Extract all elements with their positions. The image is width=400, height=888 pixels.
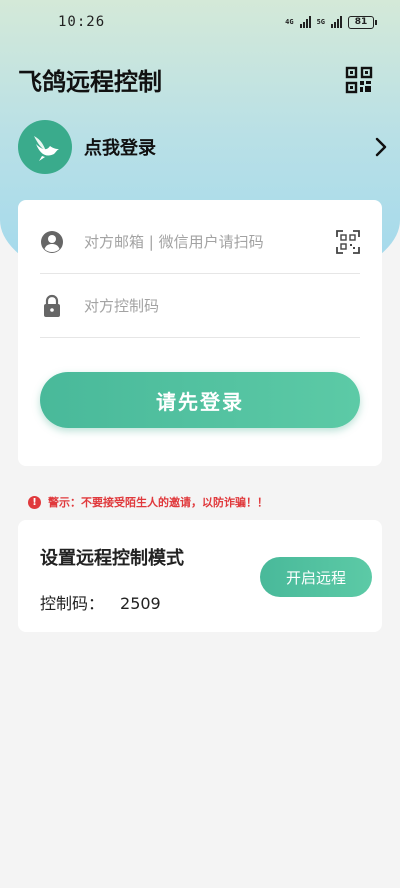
remote-mode-card: 设置远程控制模式 控制码： 2509 开启远程 bbox=[18, 520, 382, 632]
signal-icon bbox=[331, 16, 342, 28]
warning-text: 警示：不要接受陌生人的邀请，以防诈骗！！ bbox=[48, 496, 268, 509]
login-button[interactable]: 请先登录 bbox=[40, 372, 360, 428]
control-code-label: 控制码： bbox=[40, 594, 105, 613]
control-code-input[interactable] bbox=[84, 296, 360, 315]
email-field bbox=[40, 210, 360, 274]
user-icon bbox=[41, 230, 63, 253]
alert-icon: ! bbox=[28, 495, 41, 509]
login-card: 请先登录 bbox=[18, 200, 382, 466]
status-bar: 10:26 4G 5G 81 bbox=[0, 0, 400, 44]
app-title: 飞鸽远程控制 bbox=[18, 68, 162, 96]
battery-icon: 81 bbox=[348, 15, 377, 29]
login-label: 点我登录 bbox=[84, 138, 156, 159]
status-time: 10:26 bbox=[58, 14, 106, 30]
qr-scan-icon[interactable] bbox=[345, 66, 373, 94]
scan-code-icon[interactable] bbox=[336, 229, 360, 254]
status-icons: 4G 5G 81 bbox=[285, 15, 377, 29]
login-row[interactable]: 点我登录 bbox=[18, 120, 388, 174]
chevron-right-icon bbox=[375, 137, 387, 157]
control-code-field bbox=[40, 274, 360, 338]
bird-logo-icon bbox=[34, 136, 59, 161]
start-remote-button[interactable]: 开启远程 bbox=[260, 557, 372, 597]
network-5g-label: 5G bbox=[316, 18, 325, 26]
control-code-value: 2509 bbox=[120, 594, 161, 613]
remote-mode-title: 设置远程控制模式 bbox=[40, 548, 184, 569]
warning-banner: ! 警示：不要接受陌生人的邀请，以防诈骗！！ bbox=[28, 494, 268, 510]
email-input[interactable] bbox=[84, 232, 336, 251]
control-code-row: 控制码： 2509 bbox=[40, 590, 161, 614]
avatar bbox=[18, 120, 72, 174]
signal-icon bbox=[299, 16, 311, 28]
lock-icon bbox=[44, 294, 60, 317]
network-4g-label: 4G bbox=[285, 18, 294, 26]
